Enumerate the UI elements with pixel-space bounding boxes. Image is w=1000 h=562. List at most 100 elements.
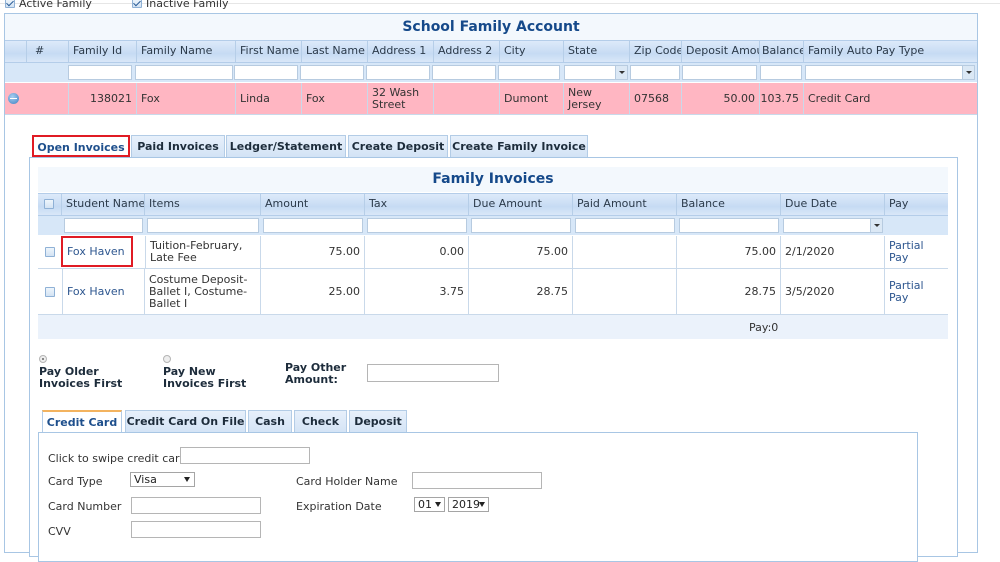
family-row[interactable]: 138021 Fox Linda Fox 32 Wash Street Dumo… (5, 83, 977, 115)
col-header-tax[interactable]: Tax (365, 194, 469, 215)
col-header-balance[interactable]: Balance (760, 41, 804, 62)
filter-first-name[interactable] (234, 65, 298, 80)
select-all-cell[interactable] (38, 194, 62, 215)
invoice-row[interactable]: Fox Haven Costume Deposit-Ballet I, Cost… (38, 269, 948, 315)
invoice-grid-filter-row (38, 216, 948, 235)
dropdown-arrow-icon (435, 502, 441, 507)
row-select-cell[interactable] (38, 236, 62, 268)
dropdown-arrow-icon (479, 502, 485, 507)
swipe-input[interactable] (180, 447, 310, 464)
family-grid-header: # Family Id Family Name First Name Last … (5, 40, 977, 63)
pay-older-first-radio[interactable] (39, 355, 47, 363)
exp-year-select[interactable]: 2019 (448, 497, 489, 512)
items-cell: Tuition-February, Late Fee (145, 236, 261, 268)
filter-student-name[interactable] (64, 218, 143, 233)
filter-due-amount[interactable] (471, 218, 571, 233)
col-header-family-id[interactable]: Family Id (69, 41, 137, 62)
partial-pay-link[interactable]: Partial Pay (885, 236, 948, 268)
col-header-items[interactable]: Items (145, 194, 261, 215)
tab-cash[interactable]: Cash (248, 410, 292, 433)
card-type-label: Card Type (48, 475, 103, 488)
row-checkbox[interactable] (45, 247, 55, 257)
student-name-link[interactable]: Fox Haven (62, 269, 145, 314)
col-header-city[interactable]: City (500, 41, 564, 62)
filter-items[interactable] (147, 218, 259, 233)
collapse-icon[interactable] (8, 93, 19, 104)
inactive-family-filter[interactable]: Inactive Family (132, 0, 229, 10)
col-header-pay[interactable]: Pay (885, 194, 948, 215)
col-header-due-amount[interactable]: Due Amount (469, 194, 573, 215)
filter-zip[interactable] (630, 65, 680, 80)
active-family-filter[interactable]: Active Family (5, 0, 92, 10)
col-header-last-name[interactable]: Last Name (302, 41, 368, 62)
card-type-select[interactable]: Visa (130, 472, 195, 487)
filter-balance[interactable] (760, 65, 802, 80)
filter-paid-amount[interactable] (575, 218, 675, 233)
col-header-paid-amount[interactable]: Paid Amount (573, 194, 677, 215)
col-header-auto-pay-type[interactable]: Family Auto Pay Type (804, 41, 977, 62)
balance-cell: 103.75 (760, 83, 804, 114)
tab-check[interactable]: Check (294, 410, 347, 433)
tab-ledger-statement[interactable]: Ledger/Statement (226, 135, 346, 157)
tab-paid-invoices[interactable]: Paid Invoices (131, 135, 225, 157)
due-amount-cell: 28.75 (469, 269, 573, 314)
filter-address1[interactable] (366, 65, 430, 80)
card-holder-input[interactable] (412, 472, 542, 489)
filter-state[interactable] (564, 65, 628, 80)
filter-auto-pay-type[interactable] (805, 65, 975, 80)
state-dropdown-icon[interactable] (615, 66, 627, 79)
filter-family-id[interactable] (68, 65, 132, 80)
address2-cell (434, 83, 500, 114)
filter-address2[interactable] (432, 65, 496, 80)
col-header-number[interactable]: # (27, 41, 69, 62)
active-family-checkbox[interactable] (5, 0, 15, 8)
col-header-zip[interactable]: Zip Code (630, 41, 682, 62)
col-header-family-name[interactable]: Family Name (137, 41, 236, 62)
tab-credit-card-on-file[interactable]: Credit Card On File (125, 410, 246, 433)
card-type-value: Visa (134, 473, 157, 486)
filter-family-name[interactable] (135, 65, 233, 80)
student-name-link[interactable]: Fox Haven (61, 236, 133, 267)
col-header-state[interactable]: State (564, 41, 630, 62)
balance-cell: 75.00 (677, 236, 781, 268)
inactive-family-checkbox[interactable] (132, 0, 142, 8)
collapse-cell[interactable] (5, 83, 69, 114)
partial-pay-link[interactable]: Partial Pay (885, 269, 948, 314)
filter-last-name[interactable] (300, 65, 364, 80)
col-header-due-date[interactable]: Due Date (781, 194, 885, 215)
expiration-label: Expiration Date (296, 500, 382, 513)
col-header-address2[interactable]: Address 2 (434, 41, 500, 62)
filter-city[interactable] (498, 65, 560, 80)
row-checkbox[interactable] (45, 286, 55, 297)
tab-create-deposit[interactable]: Create Deposit (348, 135, 448, 157)
tab-create-family-invoice[interactable]: Create Family Invoice (450, 135, 588, 157)
auto-pay-dropdown-icon[interactable] (962, 66, 974, 79)
tab-credit-card[interactable]: Credit Card (42, 410, 122, 433)
tab-open-invoices[interactable]: Open Invoices (32, 135, 130, 157)
cvv-label: CVV (48, 525, 71, 538)
tab-deposit[interactable]: Deposit (349, 410, 407, 433)
row-select-cell[interactable] (38, 269, 62, 314)
filter-deposit-amount[interactable] (682, 65, 757, 80)
filter-tax[interactable] (367, 218, 467, 233)
due-date-dropdown-icon[interactable] (870, 219, 882, 232)
exp-month-select[interactable]: 01 (414, 497, 445, 512)
filter-balance[interactable] (679, 218, 779, 233)
pay-other-amount-label: Pay Other Amount: (285, 361, 347, 386)
col-header-balance[interactable]: Balance (677, 194, 781, 215)
select-all-checkbox[interactable] (44, 199, 54, 209)
col-header-student-name[interactable]: Student Name (62, 194, 145, 215)
col-header-deposit-amount[interactable]: Deposit Amount (682, 41, 760, 62)
pay-new-first-radio[interactable] (163, 355, 171, 363)
invoice-row[interactable]: Fox Haven Tuition-February, Late Fee 75.… (38, 236, 948, 269)
col-header-address1[interactable]: Address 1 (368, 41, 434, 62)
pay-new-first-label: Pay New Invoices First (163, 365, 247, 390)
filter-due-date[interactable] (783, 218, 883, 233)
card-number-input[interactable] (131, 497, 261, 514)
cvv-input[interactable] (131, 521, 261, 538)
pay-other-amount-input[interactable] (367, 364, 499, 382)
col-header-amount[interactable]: Amount (261, 194, 365, 215)
amount-cell: 75.00 (261, 236, 365, 268)
filter-amount[interactable] (263, 218, 363, 233)
col-header-first-name[interactable]: First Name (236, 41, 302, 62)
